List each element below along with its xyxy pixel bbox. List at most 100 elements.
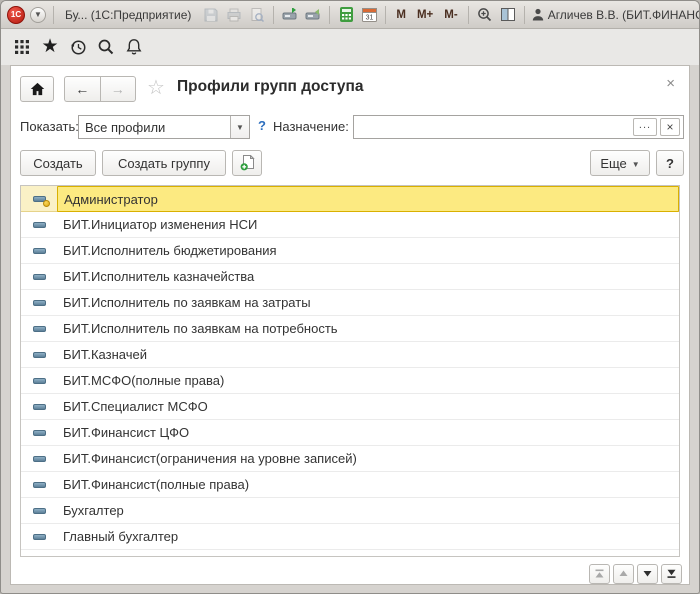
purpose-choose-button[interactable]: ... [633, 118, 657, 136]
profile-item-label: БИТ.Казначей [57, 342, 679, 367]
show-filter-label: Показать: [20, 119, 79, 134]
select-dropdown-button[interactable]: ▼ [230, 116, 249, 138]
calculator-icon[interactable] [337, 5, 355, 25]
profile-glyph-icon [33, 352, 46, 358]
favorites-icon[interactable]: ★ [41, 37, 59, 55]
import-data-icon[interactable] [304, 5, 322, 25]
forward-button[interactable]: → [100, 76, 137, 102]
profile-item-icon [21, 186, 57, 211]
chevron-down-icon: ▼ [632, 160, 640, 169]
list-item[interactable]: БИТ.Финансист(ограничения на уровне запи… [21, 446, 679, 472]
print-icon[interactable] [225, 5, 243, 25]
profile-item-label: БИТ.Финансист ЦФО [57, 420, 679, 445]
triangle-down-icon [642, 569, 653, 579]
history-icon[interactable] [69, 38, 87, 56]
add-favorite-star-icon[interactable]: ☆ [147, 77, 165, 99]
profile-item-icon [21, 420, 57, 445]
profile-item-label: БИТ.Исполнитель по заявкам на потребност… [57, 316, 679, 341]
profile-glyph-icon [33, 378, 46, 384]
list-item[interactable]: Администратор [21, 186, 679, 212]
profile-item-label: Главный бухгалтер [57, 524, 679, 549]
print-preview-icon[interactable] [248, 5, 266, 25]
list-item[interactable]: БИТ.Финансист(полные права) [21, 472, 679, 498]
profile-item-label: БИТ.Исполнитель по заявкам на затраты [57, 290, 679, 315]
purpose-input[interactable] [354, 116, 630, 138]
list-item[interactable]: Главный бухгалтер [21, 524, 679, 550]
list-item[interactable] [21, 550, 679, 557]
calendar-icon[interactable]: 31 [360, 5, 378, 25]
list-item[interactable]: БИТ.МСФО(полные права) [21, 368, 679, 394]
go-last-button[interactable] [661, 564, 682, 584]
separator [273, 6, 274, 24]
profile-glyph-icon [33, 326, 46, 332]
page-up-button[interactable] [613, 564, 634, 584]
profile-item-icon [21, 472, 57, 497]
list-item[interactable]: БИТ.Исполнитель бюджетирования [21, 238, 679, 264]
save-icon[interactable] [202, 5, 220, 25]
memory-m-button[interactable]: М [393, 9, 409, 21]
back-button[interactable]: ← [64, 76, 100, 102]
create-by-copy-button[interactable] [232, 150, 262, 176]
create-group-button[interactable]: Создать группу [102, 150, 226, 176]
help-button[interactable]: ? [656, 150, 684, 176]
predefined-marker-icon [43, 200, 50, 207]
profile-item-label: Бухгалтер [57, 498, 679, 523]
profile-glyph-icon [33, 534, 46, 540]
separator [468, 6, 469, 24]
profile-glyph-icon [33, 404, 46, 410]
purpose-filter-label: Назначение: [273, 119, 349, 134]
profile-glyph-icon [33, 300, 46, 306]
list-item[interactable]: БИТ.Финансист ЦФО [21, 420, 679, 446]
list-item[interactable]: БИТ.Специалист МСФО [21, 394, 679, 420]
page-title: Профили групп доступа [177, 78, 364, 96]
filter-help-link[interactable]: ? [258, 118, 266, 133]
triangle-up-icon [618, 569, 629, 579]
purpose-input-wrap: ... × [353, 115, 684, 139]
profile-glyph-icon [33, 248, 46, 254]
separator [329, 6, 330, 24]
purpose-clear-button[interactable]: × [660, 118, 680, 136]
separator [524, 6, 525, 24]
profile-glyph-icon [33, 222, 46, 228]
main-menu-button[interactable]: ▼ [30, 7, 46, 23]
go-last-icon [666, 569, 677, 579]
list-item[interactable]: БИТ.Исполнитель казначейства [21, 264, 679, 290]
search-icon[interactable] [97, 38, 115, 56]
notifications-bell-icon[interactable] [125, 38, 143, 56]
list-item[interactable]: БИТ.Исполнитель по заявкам на потребност… [21, 316, 679, 342]
chevron-down-icon: ▼ [34, 10, 42, 19]
profiles-list: АдминистраторБИТ.Инициатор изменения НСИ… [20, 185, 680, 557]
close-form-icon[interactable]: × [666, 76, 675, 91]
list-item[interactable]: БИТ.Казначей [21, 342, 679, 368]
export-data-icon[interactable] [281, 5, 299, 25]
memory-m-plus-button[interactable]: М+ [414, 9, 436, 21]
profile-item-label: БИТ.Специалист МСФО [57, 394, 679, 419]
home-button[interactable] [20, 76, 54, 102]
history-nav: ← → [64, 76, 136, 102]
sections-menu-icon[interactable] [13, 38, 31, 56]
profile-item-icon [21, 264, 57, 289]
zoom-icon[interactable] [476, 5, 494, 25]
split-panels-icon[interactable] [499, 5, 517, 25]
list-item[interactable]: БИТ.Инициатор изменения НСИ [21, 212, 679, 238]
create-button[interactable]: Создать [20, 150, 96, 176]
profile-glyph-icon [33, 274, 46, 280]
list-item[interactable]: Бухгалтер [21, 498, 679, 524]
go-first-button[interactable] [589, 564, 610, 584]
more-button[interactable]: Еще ▼ [590, 150, 650, 176]
current-user[interactable]: Агличев В.В. (БИТ.ФИНАНС) [532, 8, 699, 22]
profile-item-icon [21, 524, 57, 549]
profile-item-icon [21, 368, 57, 393]
profile-item-label: Администратор [57, 186, 679, 212]
profile-item-icon [21, 446, 57, 471]
profile-item-icon [21, 238, 57, 263]
show-filter-select[interactable]: Все профили ▼ [78, 115, 250, 139]
page-down-button[interactable] [637, 564, 658, 584]
calendar-day: 31 [365, 15, 373, 22]
list-item[interactable]: БИТ.Исполнитель по заявкам на затраты [21, 290, 679, 316]
1c-logo-icon: 1С [7, 6, 25, 24]
memory-m-minus-button[interactable]: М- [441, 9, 460, 21]
profile-item-label [57, 550, 679, 557]
profile-item-label: БИТ.Финансист(полные права) [57, 472, 679, 497]
profile-item-label: БИТ.Исполнитель казначейства [57, 264, 679, 289]
